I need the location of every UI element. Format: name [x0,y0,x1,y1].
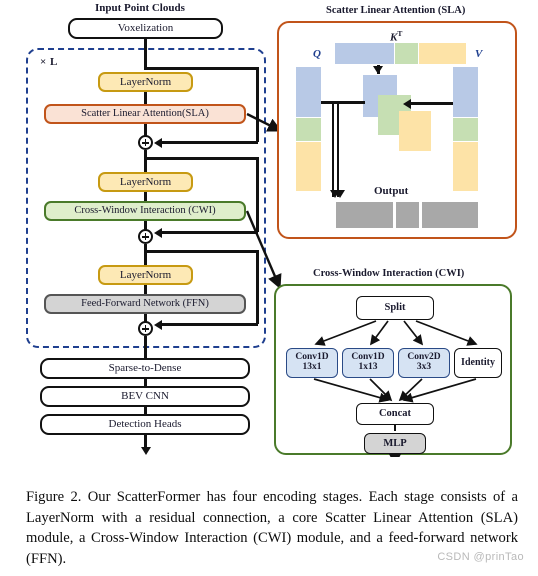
output-label: Output [374,185,409,197]
q-block-yellow [296,142,321,191]
sla-module-box[interactable]: Scatter Linear Attention(SLA) [44,104,246,124]
cwi-branch-conv1d-13x1[interactable]: Conv1D 13x1 [286,348,338,378]
cwi-branch-conv1d-1x13[interactable]: Conv1D 1x13 [342,348,394,378]
v-to-center-line [410,102,453,105]
csdn-watermark: CSDN @prinTao [437,551,524,563]
cwi-split-label: Split [384,302,406,314]
q-out-line-h [321,101,365,104]
residual-3-top [144,250,259,253]
v-block-blue [453,67,478,117]
trunk-line-1 [144,38,147,68]
cwi-panel-title: Cross-Window Interaction (CWI) [313,268,465,279]
q-block-green [296,118,321,141]
cwi-module-box[interactable]: Cross-Window Interaction (CWI) [44,201,246,221]
residual-3-arrowhead [154,319,162,330]
stage-repeat-label: × L [40,56,58,68]
cwi-concat-box[interactable]: Concat [356,403,434,425]
layernorm-box-1[interactable]: LayerNorm [98,72,193,92]
cwi-concat-label: Concat [378,408,412,420]
detection-heads-box[interactable]: Detection Heads [40,414,250,435]
sparse-to-dense-box[interactable]: Sparse-to-Dense [40,358,250,379]
sla-panel-title: Scatter Linear Attention (SLA) [326,5,466,16]
residual-2-arrowhead [154,227,162,238]
v-to-center-arrowhead [403,98,411,109]
kt-block-yellow [419,43,466,64]
cwi-branch-conv2d-3x3[interactable]: Conv2D 3x3 [398,348,450,378]
branch-3-name: Identity [461,356,495,368]
voxelization-box[interactable]: Voxelization [68,18,223,39]
kt-label: KT [390,29,403,44]
cwi-mlp-label: MLP [383,437,407,449]
output-arrowhead [140,447,151,455]
residual-1-arrowhead [154,137,162,148]
residual-add-3 [138,321,153,336]
cwi-branch-identity[interactable]: Identity [454,348,502,378]
residual-1-top [144,67,259,70]
q-label: Q [313,48,321,60]
residual-3-bottom [162,323,258,326]
kt-down-arrowhead [373,66,383,74]
ffn-module-box[interactable]: Feed-Forward Network (FFN) [44,294,246,314]
v-label: V [475,48,483,60]
q-out-line-v1 [332,102,334,197]
trunk-line-2 [144,92,147,104]
kt-block-blue [335,43,394,64]
layernorm-box-3[interactable]: LayerNorm [98,265,193,285]
bev-cnn-box[interactable]: BEV CNN [40,386,250,407]
residual-1-right [256,67,259,142]
sla-panel: KT Q V Output [277,21,517,239]
residual-2-right [256,157,259,232]
q-out-arrow-2 [335,190,345,198]
residual-add-2 [138,229,153,244]
figure-root: Input Point Clouds Voxelization × L Laye… [0,0,538,576]
residual-2-top [144,157,259,160]
residual-3-right [256,250,259,324]
v-block-green [453,118,478,141]
layernorm-box-2[interactable]: LayerNorm [98,172,193,192]
v-block-yellow [453,142,478,191]
center-block-yellow [399,111,431,151]
kt-block-green [395,43,418,64]
cwi-split-box[interactable]: Split [356,296,434,320]
residual-2-bottom [162,231,258,234]
input-point-clouds-label: Input Point Clouds [95,2,185,14]
cwi-panel: Split Conv1D 13x1 Conv1D 1x13 Conv2D 3x3… [274,284,512,457]
cwi-mlp-box[interactable]: MLP [364,433,426,454]
q-out-line-v2 [337,102,339,197]
output-block-2 [396,202,419,228]
branch-1-kernel: 1x13 [358,362,378,372]
q-block-blue [296,67,321,117]
output-block-1 [336,202,393,228]
residual-add-1 [138,135,153,150]
branch-0-kernel: 13x1 [302,362,322,372]
trunk-line-10 [144,336,147,360]
output-block-3 [422,202,478,228]
branch-2-kernel: 3x3 [416,362,432,372]
residual-1-bottom [162,141,258,144]
